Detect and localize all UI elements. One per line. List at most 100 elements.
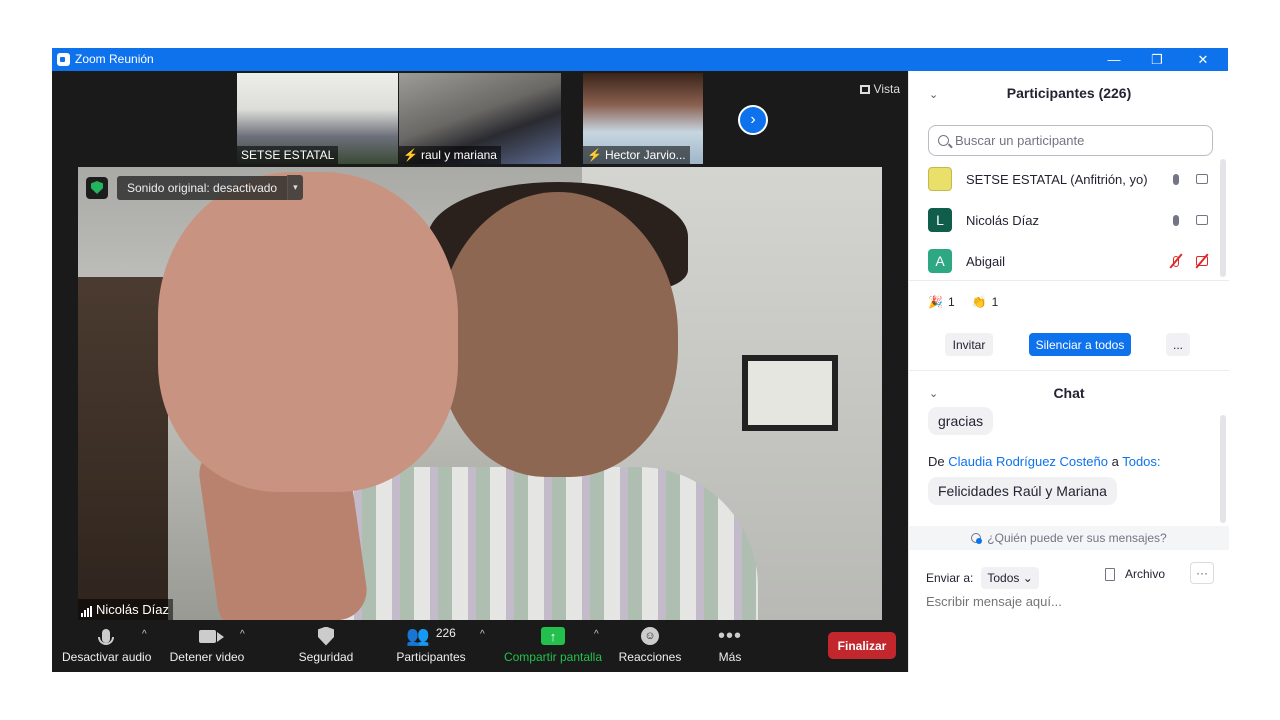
participant-name: Abigail [966,253,1006,269]
chat-message-bubble: gracias [928,407,994,435]
to-word: a [1111,454,1119,469]
encryption-shield-icon[interactable] [86,176,108,199]
participants-count: 226 [435,626,456,640]
participants-scrollbar[interactable] [1220,159,1226,277]
video-off-icon[interactable] [1196,254,1208,268]
participant-search-input[interactable]: Buscar un participante [928,125,1213,156]
thumbnail-name: SETSE ESTATAL [237,146,339,164]
search-icon [938,135,949,146]
restore-button[interactable]: ❐ [1134,48,1180,71]
grid-view-icon [859,85,870,94]
meeting-area: SETSE ESTATAL ⚡ raul y mariana ⚡ Hector Ja… [52,71,908,672]
participants-button[interactable]: 👥 226 Participantes [393,620,469,672]
side-panel: ⌄ Participantes (226) Buscar un particip… [908,71,1229,672]
from-prefix: De [928,454,945,469]
chat-title: Chat [1053,385,1085,401]
reactions-button[interactable]: ☺ Reacciones [615,620,685,672]
reaction-count: 1 [947,295,955,309]
send-to-label: Enviar a: [926,571,974,585]
avatar: A [928,249,952,273]
muted-mic-icon: ⚡ [403,148,418,162]
avatar: L [928,208,952,232]
chat-scrollbar[interactable] [1220,415,1226,523]
mute-audio-button[interactable]: Desactivar audio [62,620,152,672]
meeting-toolbar: Desactivar audio ^ Detener video ^ Segur… [52,620,908,672]
more-participant-options-button[interactable]: ... [1166,333,1190,356]
chat-message-sender: De Claudia Rodríguez Costeño a Todos: [928,454,1161,469]
end-meeting-button[interactable]: Finalizar [828,632,896,659]
recipient-name[interactable]: Todos: [1122,454,1160,469]
more-label: Más [718,650,742,664]
participant-row[interactable]: SETSE ESTATAL (Anfitrión, yo) [928,165,1208,193]
window-title-bar: Zoom Reunión — ❐ ✕ [52,48,1228,71]
microphone-icon[interactable] [1170,213,1182,227]
active-speaker-video: Sonido original: desactivado ▾ Nicolás D… [78,167,882,620]
participants-label: Participantes [396,650,466,664]
thumbnail-video[interactable]: SETSE ESTATAL [237,73,398,164]
more-button[interactable]: ••• Más [707,620,753,672]
video-person-hand [158,172,458,492]
share-screen-icon: ↑ [541,627,565,645]
minimize-button[interactable]: — [1091,48,1137,71]
chat-message-input[interactable] [926,594,1206,609]
view-button[interactable]: Vista [859,82,900,96]
original-sound-control: Sonido original: desactivado ▾ [86,175,303,200]
mute-audio-label: Desactivar audio [62,650,152,664]
chat-more-options-button[interactable]: ··· [1190,562,1214,584]
microphone-icon[interactable] [1170,172,1182,186]
send-to-selector: Enviar a: Todos ⌄ [926,567,1039,589]
file-label: Archivo [1125,567,1166,581]
window-title: Zoom Reunión [75,52,154,66]
next-page-arrow-icon[interactable]: › [738,105,768,135]
reactions-label: Reacciones [618,650,682,664]
divider [909,370,1229,371]
party-popper-icon: 🎉 [928,295,943,309]
thumbnail-video[interactable]: ⚡ Hector Jarvio... [583,73,703,164]
share-screen-label: Compartir pantalla [503,650,603,664]
video-camera-icon[interactable] [1196,213,1208,227]
participant-row[interactable]: L Nicolás Díaz [928,206,1208,234]
search-placeholder: Buscar un participante [955,133,1085,148]
participant-row[interactable]: A Abigail [928,247,1208,275]
mute-all-button[interactable]: Silenciar a todos [1029,333,1131,356]
participant-name: SETSE ESTATAL (Anfitrión, yo) [966,171,1148,187]
file-button[interactable]: Archivo [1105,567,1165,581]
invite-button[interactable]: Invitar [945,333,993,356]
stop-video-button[interactable]: Detener video [165,620,249,672]
thumbnail-name: ⚡ raul y mariana [399,146,501,164]
share-options-caret[interactable]: ^ [594,629,599,640]
video-camera-icon [198,629,224,643]
participants-options-caret[interactable]: ^ [480,629,485,640]
thumbnail-name: ⚡ Hector Jarvio... [583,146,690,164]
stop-video-label: Detener video [169,650,245,664]
chat-message-bubble: Felicidades Raúl y Mariana [928,477,1117,505]
close-button[interactable]: ✕ [1180,48,1226,71]
clapping-hands-icon: 👏 [971,295,987,309]
audio-options-caret[interactable]: ^ [142,629,147,640]
user-visibility-icon [971,533,983,544]
video-options-caret[interactable]: ^ [240,629,245,640]
microphone-icon [98,629,114,645]
share-screen-button[interactable]: ↑ Compartir pantalla [502,620,604,672]
file-icon [1105,567,1115,581]
reaction-counts: 🎉 1 👏 1 [928,295,998,309]
muted-microphone-icon[interactable] [1170,254,1182,268]
chevron-down-icon: ⌄ [1022,571,1033,585]
video-person-face [438,192,678,477]
thumbnail-video[interactable]: ⚡ raul y mariana [399,73,561,164]
original-sound-dropdown[interactable]: ▾ [287,175,303,200]
security-button[interactable]: Seguridad [292,620,360,672]
original-sound-toggle[interactable]: Sonido original: desactivado [117,175,288,200]
more-dots-icon: ••• [717,625,742,647]
sender-name[interactable]: Claudia Rodríguez Costeño [948,454,1108,469]
avatar [928,167,952,191]
send-to-dropdown[interactable]: Todos ⌄ [981,567,1039,589]
who-can-see-text: ¿Quién puede ver sus mensajes? [987,531,1167,545]
video-picture-frame [742,355,838,431]
participant-name: Nicolás Díaz [966,212,1039,228]
divider [909,280,1229,281]
video-camera-icon[interactable] [1196,172,1208,186]
who-can-see-messages-link[interactable]: ¿Quién puede ver sus mensajes? [909,526,1229,550]
reaction-emoji-icon: ☺ [641,627,659,645]
speaker-name-label: Nicolás Díaz [78,599,173,620]
